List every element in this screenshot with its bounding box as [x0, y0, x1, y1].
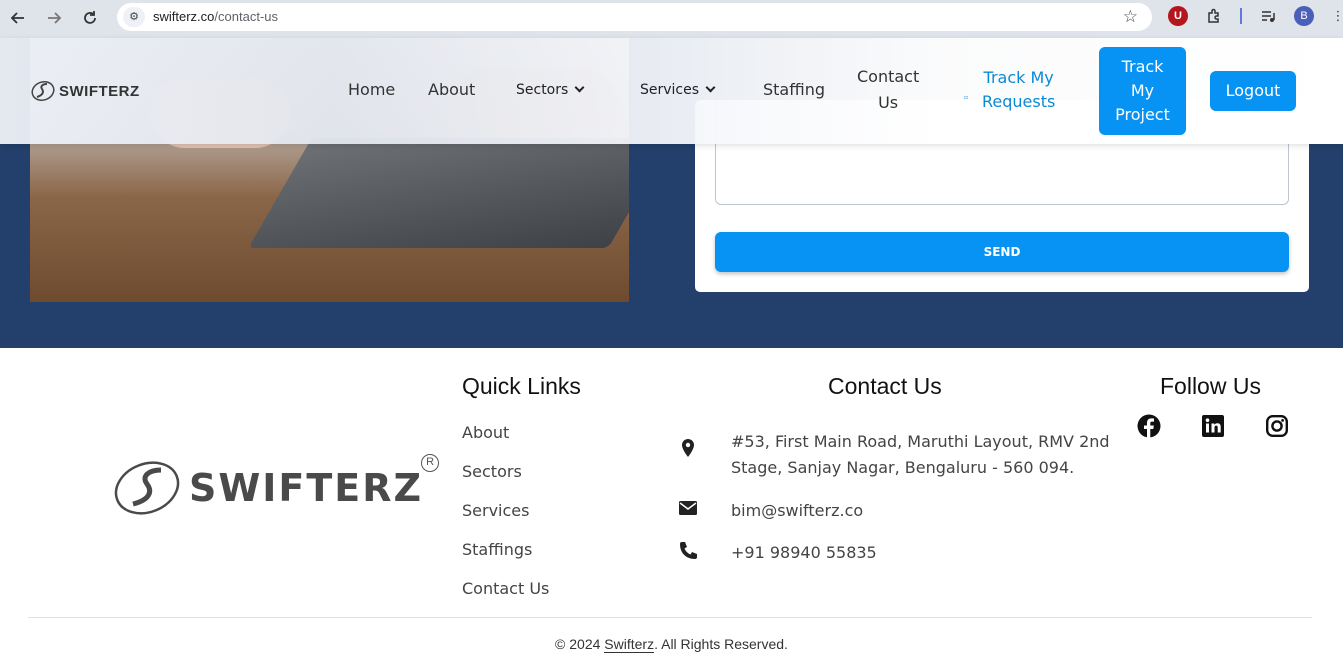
back-arrow-icon[interactable] — [5, 5, 31, 31]
quick-links-title: Quick Links — [462, 373, 581, 399]
swifterz-logo-icon — [31, 80, 55, 102]
nav-sectors-label: Sectors — [516, 82, 569, 98]
nav-contact-line2: Us — [878, 93, 899, 112]
media-icon[interactable] — [1258, 6, 1278, 26]
copyright-prefix: © 2024 — [555, 636, 605, 652]
linkedin-icon[interactable] — [1201, 414, 1225, 438]
footer-logo-text: SWIFTERZ — [189, 466, 424, 510]
location-pin-icon — [678, 438, 698, 458]
quick-link-services[interactable]: Services — [462, 501, 529, 520]
browser-toolbar: ⚙ swifterz.co/contact-us ☆ U B ⋮ — [0, 0, 1343, 38]
copyright-brand-link[interactable]: Swifterz — [604, 636, 655, 653]
nav-services[interactable]: Services — [640, 82, 716, 98]
ublock-extension-icon[interactable]: U — [1168, 6, 1188, 26]
quick-link-staffings[interactable]: Staffings — [462, 540, 532, 559]
reload-icon[interactable] — [77, 5, 103, 31]
copyright-suffix: . All Rights Reserved. — [654, 636, 788, 652]
track-requests-line2: Requests — [982, 92, 1056, 111]
profile-avatar[interactable]: B — [1294, 6, 1314, 26]
footer-divider — [28, 617, 1312, 618]
quick-link-about[interactable]: About — [462, 423, 509, 442]
phone-icon — [678, 541, 698, 561]
star-icon[interactable]: ☆ — [1123, 7, 1138, 27]
site-footer: SWIFTERZ R Quick Links About Sectors Ser… — [0, 348, 1343, 668]
registered-mark: R — [421, 454, 440, 472]
nav-contact-line1: Contact — [857, 67, 920, 86]
address-line1: #53, First Main Road, Maruthi Layout, RM… — [731, 432, 1110, 451]
track-project-line3: Project — [1115, 105, 1170, 124]
puzzle-icon[interactable] — [1204, 6, 1224, 26]
contact-email[interactable]: bim@swifterz.co — [731, 498, 863, 524]
contact-address: #53, First Main Road, Maruthi Layout, RM… — [731, 429, 1110, 481]
address-bar[interactable]: ⚙ swifterz.co/contact-us ☆ — [117, 3, 1152, 31]
kebab-menu-icon[interactable]: ⋮ — [1328, 6, 1343, 26]
quick-link-contact-us[interactable]: Contact Us — [462, 579, 549, 598]
email-icon — [678, 498, 698, 518]
header-logo[interactable]: SWIFTERZ — [30, 78, 140, 104]
nav-sectors[interactable]: Sectors — [516, 82, 585, 98]
photo-laptop — [248, 138, 629, 248]
site-info-icon[interactable]: ⚙ — [123, 7, 145, 27]
send-button[interactable]: SEND — [715, 232, 1289, 272]
footer-logo[interactable]: SWIFTERZ R — [113, 454, 440, 518]
nav-staffing[interactable]: Staffing — [763, 80, 825, 99]
nav-about[interactable]: About — [428, 80, 475, 99]
track-project-line1: Track — [1121, 57, 1164, 76]
nav-home[interactable]: Home — [348, 80, 395, 99]
track-my-requests-link[interactable]: ▫ Track My Requests — [964, 66, 1056, 114]
track-my-project-button[interactable]: Track My Project — [1099, 47, 1186, 135]
address-line2: Stage, Sanjay Nagar, Bengaluru - 560 094… — [731, 458, 1075, 477]
contact-phone[interactable]: +91 98940 55835 — [731, 540, 877, 566]
instagram-icon[interactable] — [1265, 414, 1289, 438]
header-logo-text: SWIFTERZ — [59, 82, 140, 100]
track-requests-line1: Track My — [983, 68, 1054, 87]
copyright-text: © 2024 Swifterz. All Rights Reserved. — [0, 636, 1343, 653]
logout-button[interactable]: Logout — [1210, 71, 1296, 111]
toolbar-divider — [1240, 8, 1242, 24]
chevron-down-icon — [574, 82, 585, 93]
swifterz-logo-icon — [114, 461, 180, 515]
follow-us-title: Follow Us — [1160, 373, 1261, 399]
broken-image-icon: ▫ — [964, 94, 969, 101]
track-project-line2: My — [1130, 81, 1155, 100]
nav-services-label: Services — [640, 82, 700, 98]
forward-arrow-icon[interactable] — [41, 5, 67, 31]
quick-link-sectors[interactable]: Sectors — [462, 462, 522, 481]
chevron-down-icon — [705, 82, 716, 93]
facebook-icon[interactable] — [1137, 414, 1161, 438]
contact-us-title: Contact Us — [828, 373, 942, 399]
nav-contact-us[interactable]: Contact Us — [857, 64, 919, 116]
url-text[interactable]: swifterz.co/contact-us — [153, 9, 278, 24]
